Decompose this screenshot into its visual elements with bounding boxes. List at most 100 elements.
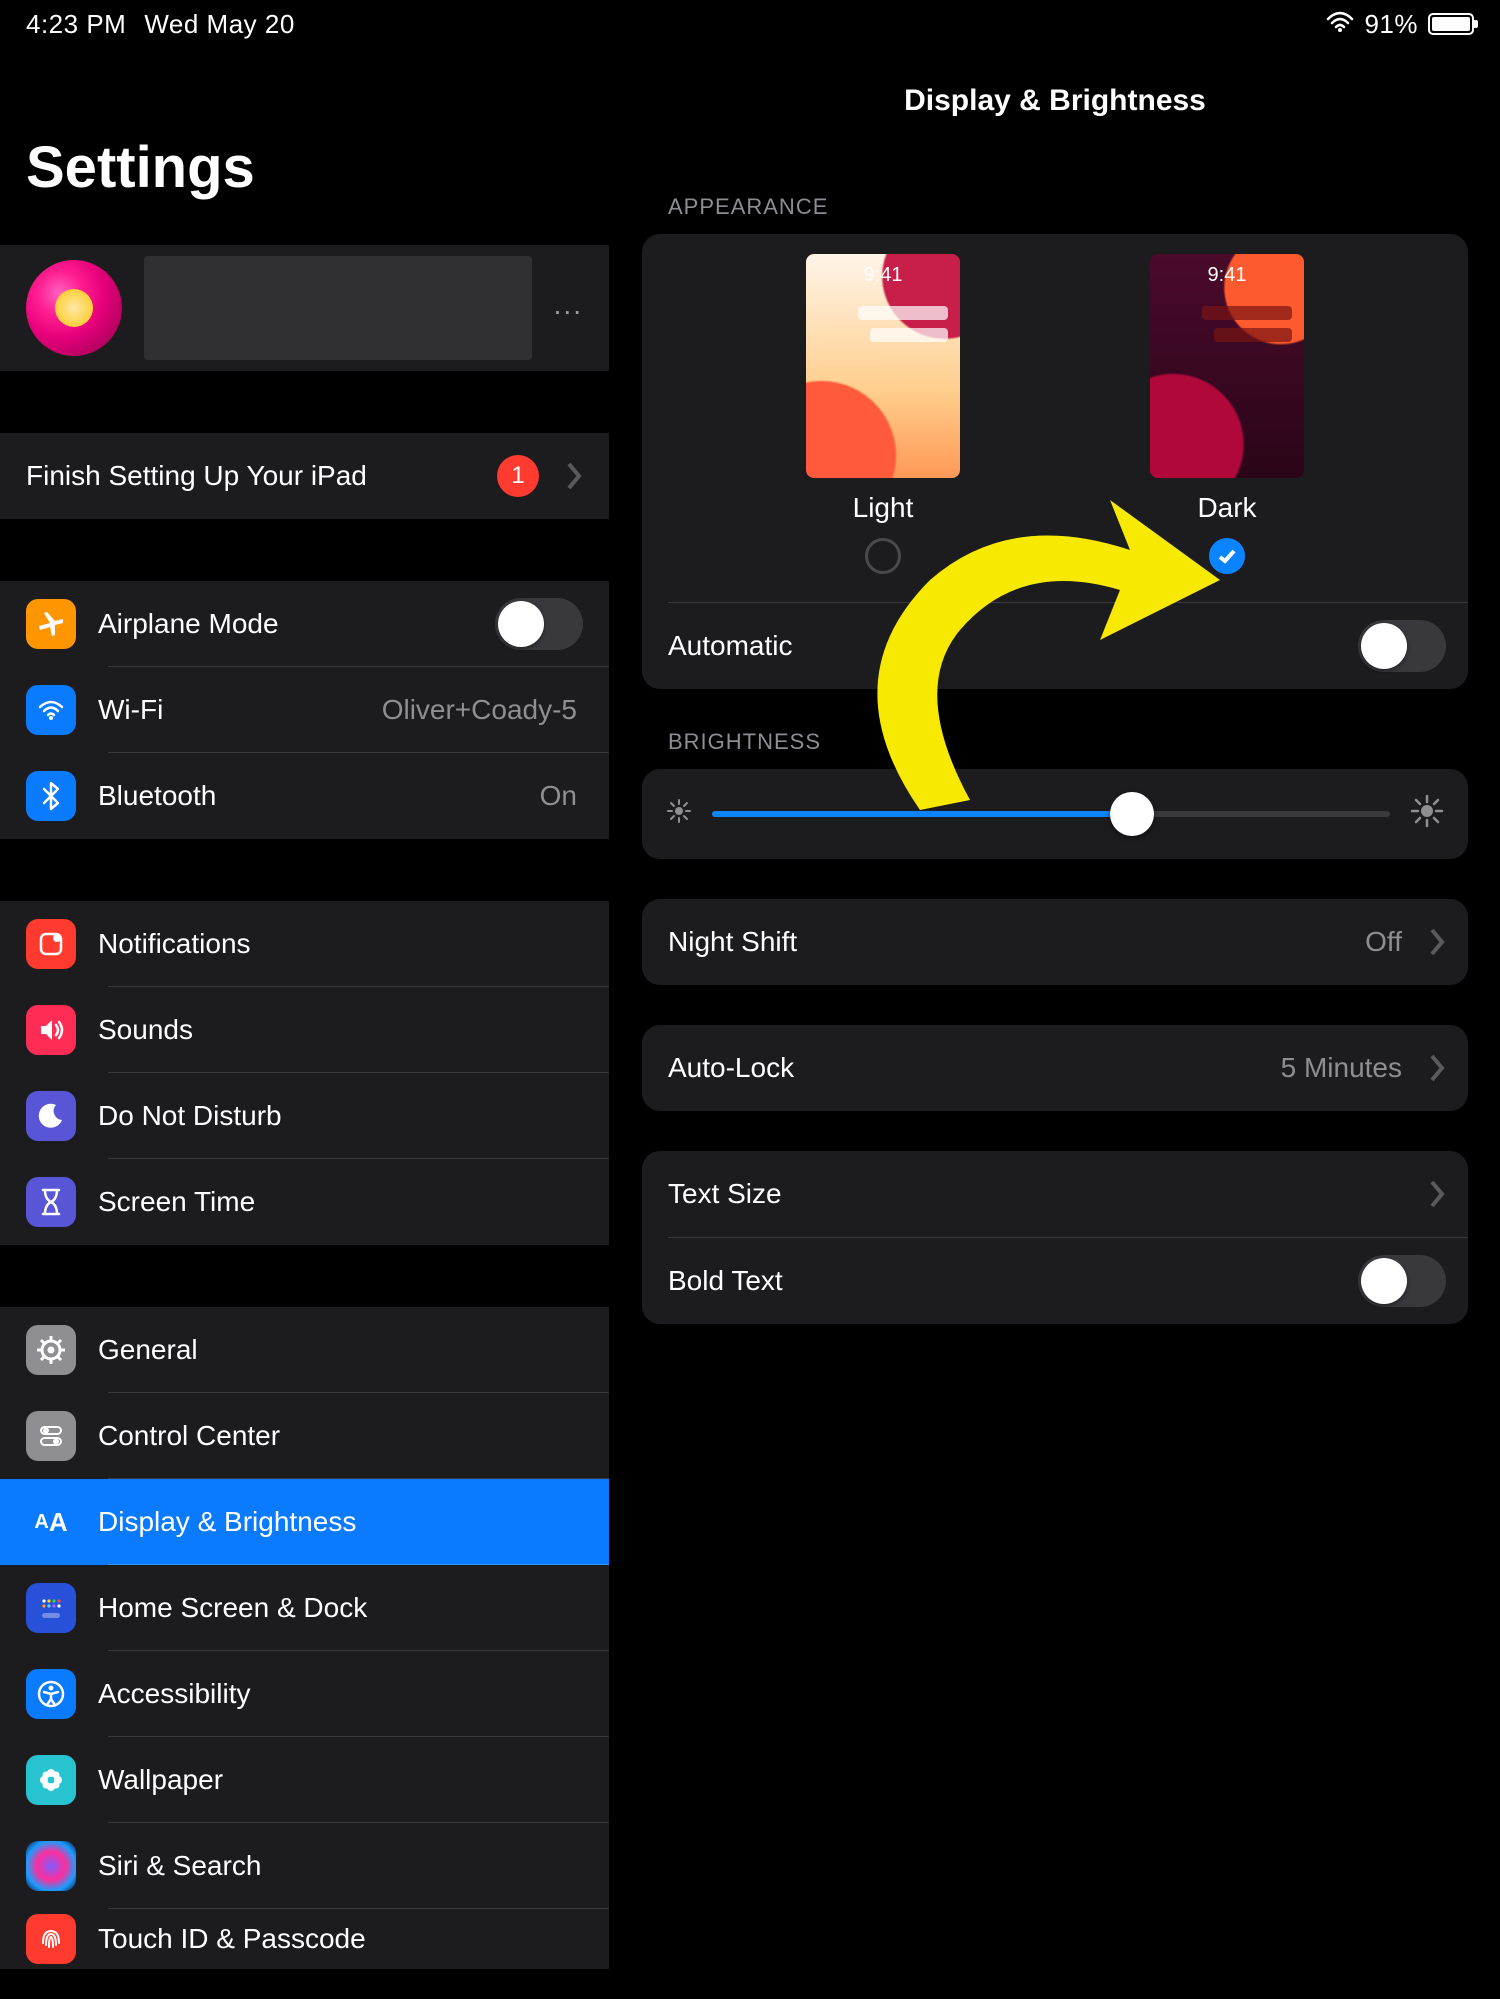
wifi-value: Oliver+Coady-5 bbox=[382, 694, 583, 726]
automatic-label: Automatic bbox=[668, 630, 1336, 662]
display-brightness-label: Display & Brightness bbox=[98, 1506, 583, 1538]
settings-sidebar: Settings ... Finish Setting Up Your iPad… bbox=[0, 48, 610, 1999]
moon-icon bbox=[26, 1091, 76, 1141]
night-shift-label: Night Shift bbox=[668, 926, 1343, 958]
chevron-right-icon bbox=[567, 462, 583, 490]
sun-small-icon bbox=[666, 798, 692, 831]
automatic-toggle[interactable] bbox=[1358, 620, 1446, 672]
wifi-settings-icon bbox=[26, 685, 76, 735]
profile-row[interactable]: ... bbox=[0, 245, 609, 371]
chevron-right-icon bbox=[1430, 928, 1446, 956]
bluetooth-icon bbox=[26, 771, 76, 821]
wifi-row[interactable]: Wi-Fi Oliver+Coady-5 bbox=[0, 667, 609, 753]
bold-text-label: Bold Text bbox=[668, 1265, 1336, 1297]
notifications-label: Notifications bbox=[98, 928, 583, 960]
flower-icon bbox=[26, 1755, 76, 1805]
night-shift-row[interactable]: Night Shift Off bbox=[642, 899, 1468, 985]
chevron-right-icon bbox=[1430, 1180, 1446, 1208]
text-size-icon: AA bbox=[26, 1497, 76, 1547]
auto-lock-row[interactable]: Auto-Lock 5 Minutes bbox=[642, 1025, 1468, 1111]
touchid-label: Touch ID & Passcode bbox=[98, 1923, 583, 1955]
siri-icon bbox=[26, 1841, 76, 1891]
chevron-right-icon bbox=[1430, 1054, 1446, 1082]
text-size-row[interactable]: Text Size bbox=[642, 1151, 1468, 1237]
check-icon bbox=[1217, 546, 1237, 566]
touchid-row[interactable]: Touch ID & Passcode bbox=[0, 1909, 609, 1969]
screen-time-row[interactable]: Screen Time bbox=[0, 1159, 609, 1245]
notifications-row[interactable]: Notifications bbox=[0, 901, 609, 987]
siri-label: Siri & Search bbox=[98, 1850, 583, 1882]
light-radio[interactable] bbox=[865, 538, 901, 574]
status-time: 4:23 PM bbox=[26, 9, 126, 40]
notifications-icon bbox=[26, 919, 76, 969]
wallpaper-label: Wallpaper bbox=[98, 1764, 583, 1796]
bluetooth-label: Bluetooth bbox=[98, 780, 518, 812]
airplane-mode-row[interactable]: Airplane Mode bbox=[0, 581, 609, 667]
siri-row[interactable]: Siri & Search bbox=[0, 1823, 609, 1909]
bold-text-toggle[interactable] bbox=[1358, 1255, 1446, 1307]
general-row[interactable]: General bbox=[0, 1307, 609, 1393]
airplane-mode-toggle[interactable] bbox=[495, 598, 583, 650]
home-screen-row[interactable]: Home Screen & Dock bbox=[0, 1565, 609, 1651]
dark-label: Dark bbox=[1197, 492, 1256, 524]
text-card: Text Size Bold Text bbox=[642, 1151, 1468, 1324]
auto-lock-label: Auto-Lock bbox=[668, 1052, 1259, 1084]
brightness-card bbox=[642, 769, 1468, 859]
sounds-label: Sounds bbox=[98, 1014, 583, 1046]
status-date: Wed May 20 bbox=[144, 9, 294, 40]
wallpaper-row[interactable]: Wallpaper bbox=[0, 1737, 609, 1823]
finish-setup-badge: 1 bbox=[497, 455, 539, 497]
control-center-label: Control Center bbox=[98, 1420, 583, 1452]
general-label: General bbox=[98, 1334, 583, 1366]
text-size-label: Text Size bbox=[668, 1178, 1408, 1210]
brightness-header: BRIGHTNESS bbox=[610, 689, 1500, 769]
ellipsis-icon: ... bbox=[554, 289, 583, 327]
sliders-icon bbox=[26, 1411, 76, 1461]
bluetooth-value: On bbox=[540, 780, 583, 812]
display-brightness-row[interactable]: AA Display & Brightness bbox=[0, 1479, 609, 1565]
sounds-row[interactable]: Sounds bbox=[0, 987, 609, 1073]
profile-name-redacted bbox=[144, 256, 532, 360]
light-preview-image: 9:41 bbox=[806, 254, 960, 478]
dnd-label: Do Not Disturb bbox=[98, 1100, 583, 1132]
dark-preview-image: 9:41 bbox=[1150, 254, 1304, 478]
airplane-mode-label: Airplane Mode bbox=[98, 608, 473, 640]
bluetooth-row[interactable]: Bluetooth On bbox=[0, 753, 609, 839]
light-label: Light bbox=[853, 492, 914, 524]
brightness-slider[interactable] bbox=[712, 811, 1390, 817]
finish-setup-row[interactable]: Finish Setting Up Your iPad 1 bbox=[0, 433, 609, 519]
accessibility-label: Accessibility bbox=[98, 1678, 583, 1710]
night-shift-card: Night Shift Off bbox=[642, 899, 1468, 985]
automatic-row[interactable]: Automatic bbox=[642, 603, 1468, 689]
home-screen-label: Home Screen & Dock bbox=[98, 1592, 583, 1624]
screen-time-label: Screen Time bbox=[98, 1186, 583, 1218]
page-title: Display & Brightness bbox=[610, 48, 1500, 118]
sounds-icon bbox=[26, 1005, 76, 1055]
dark-radio[interactable] bbox=[1209, 538, 1245, 574]
appearance-header: APPEARANCE bbox=[610, 118, 1500, 234]
dnd-row[interactable]: Do Not Disturb bbox=[0, 1073, 609, 1159]
airplane-icon bbox=[26, 599, 76, 649]
fingerprint-icon bbox=[26, 1914, 76, 1964]
appearance-dark[interactable]: 9:41 Dark bbox=[1150, 254, 1304, 574]
avatar bbox=[26, 260, 122, 356]
hourglass-icon bbox=[26, 1177, 76, 1227]
brightness-slider-row[interactable] bbox=[642, 769, 1468, 859]
preview-time: 9:41 bbox=[1150, 264, 1304, 287]
control-center-row[interactable]: Control Center bbox=[0, 1393, 609, 1479]
status-bar: 4:23 PM Wed May 20 91% bbox=[0, 0, 1500, 48]
appearance-light[interactable]: 9:41 Light bbox=[806, 254, 960, 574]
wifi-icon bbox=[1326, 9, 1354, 40]
bold-text-row[interactable]: Bold Text bbox=[642, 1238, 1468, 1324]
finish-setup-label: Finish Setting Up Your iPad bbox=[26, 460, 475, 492]
battery-pct: 91% bbox=[1364, 9, 1418, 40]
preview-time: 9:41 bbox=[806, 264, 960, 287]
appearance-card: 9:41 Light 9:41 Dark bbox=[642, 234, 1468, 689]
wifi-label: Wi-Fi bbox=[98, 694, 360, 726]
night-shift-value: Off bbox=[1365, 926, 1408, 958]
accessibility-icon bbox=[26, 1669, 76, 1719]
accessibility-row[interactable]: Accessibility bbox=[0, 1651, 609, 1737]
settings-title: Settings bbox=[0, 48, 609, 245]
auto-lock-card: Auto-Lock 5 Minutes bbox=[642, 1025, 1468, 1111]
auto-lock-value: 5 Minutes bbox=[1281, 1052, 1408, 1084]
